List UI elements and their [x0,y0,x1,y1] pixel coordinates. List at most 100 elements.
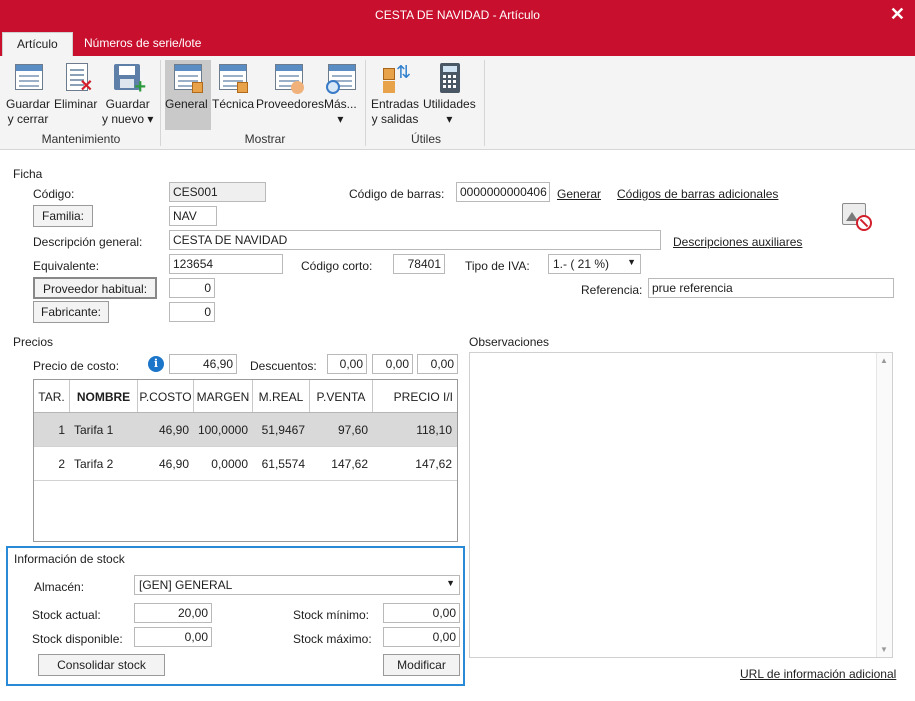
descripcion-label: Descripción general: [33,235,143,249]
stock-actual-field[interactable]: 20,00 [134,603,212,623]
col-nombre[interactable]: NOMBRE [70,380,138,412]
equivalente-field[interactable]: 123654 [169,254,283,274]
proveedor-habitual-field[interactable]: 0 [169,278,215,298]
cell-tar: 1 [58,423,65,437]
guardar-cerrar-button[interactable]: Guardar y cerrar [6,60,52,126]
col-mreal[interactable]: M.REAL [253,380,310,412]
proveedores-button[interactable]: Proveedores [256,60,324,111]
descuento-1-field[interactable]: 0,00 [327,354,367,374]
descuento-2-field[interactable]: 0,00 [372,354,413,374]
tarifas-table: TAR. NOMBRE P.COSTO MARGEN M.REAL P.VENT… [33,379,458,542]
stock-actual-label: Stock actual: [32,608,101,622]
group-utiles: Útiles [410,132,441,146]
fabricante-button[interactable]: Fabricante: [33,301,109,323]
codigo-corto-field[interactable]: 78401 [393,254,445,274]
cell-precio-ii: 147,62 [415,457,452,471]
cell-nombre: Tarifa 2 [74,457,114,471]
col-margen[interactable]: MARGEN [194,380,253,412]
entradas-salidas-icon: ⇅ [380,62,412,94]
stock-disponible-field[interactable]: 0,00 [134,627,212,647]
precio-costo-label: Precio de costo: [33,359,120,373]
cell-mreal: 61,5574 [261,457,305,471]
codigo-barras-label: Código de barras: [349,187,445,201]
almacen-label: Almacén: [34,580,85,594]
codigo-field[interactable]: CES001 [169,182,266,202]
precio-costo-field[interactable]: 46,90 [169,354,237,374]
observaciones-textarea[interactable]: ▲ ▼ [469,352,893,658]
scroll-up-icon[interactable]: ▲ [880,356,888,365]
col-precio-ii[interactable]: PRECIO I/I [373,380,457,412]
generar-link[interactable]: Generar [557,187,601,201]
guardar-cerrar-label: Guardar y cerrar [6,97,51,126]
col-pcosto[interactable]: P.COSTO [138,380,194,412]
general-icon [172,62,204,94]
cell-pventa: 147,62 [331,457,368,471]
descuento-3-field[interactable]: 0,00 [417,354,458,374]
cell-mreal: 51,9467 [261,423,305,437]
codigo-barras-field[interactable]: 0000000000406 [456,182,550,202]
proveedores-icon [273,62,305,94]
eliminar-button[interactable]: ✕ Eliminar [54,60,100,111]
ribbon-separator [484,60,485,146]
ribbon-separator [160,60,161,146]
url-informacion-adicional-link[interactable]: URL de información adicional [740,667,896,681]
referencia-field[interactable]: prue referencia [648,278,894,298]
tecnica-button[interactable]: Técnica [212,60,254,111]
stock-minimo-field[interactable]: 0,00 [383,603,460,623]
tipo-iva-select[interactable]: 1.- ( 21 %) ▼ [548,254,641,274]
group-mantenimiento: Mantenimiento [41,132,121,146]
info-icon[interactable]: i [148,356,164,372]
ribbon: Guardar y cerrar ✕ Eliminar + Guardar y … [0,56,915,150]
col-tar[interactable]: TAR. [34,380,70,412]
entradas-salidas-label: Entradas y salidas [371,97,420,126]
section-observaciones: Observaciones [469,335,550,349]
tipo-iva-label: Tipo de IVA: [465,259,530,273]
table-header: TAR. NOMBRE P.COSTO MARGEN M.REAL P.VENT… [34,380,457,413]
col-pventa[interactable]: P.VENTA [310,380,373,412]
almacen-select[interactable]: [GEN] GENERAL ▼ [134,575,460,595]
almacen-value: [GEN] GENERAL [139,578,233,592]
descripcion-field[interactable]: CESTA DE NAVIDAD [169,230,661,250]
delete-icon: ✕ [61,62,93,95]
tecnica-icon [217,62,249,94]
scroll-down-icon[interactable]: ▼ [880,645,888,654]
consolidar-stock-button[interactable]: Consolidar stock [38,654,165,676]
proveedor-habitual-button[interactable]: Proveedor habitual: [33,277,157,299]
fabricante-field[interactable]: 0 [169,302,215,322]
entradas-salidas-button[interactable]: ⇅ Entradas y salidas [371,60,421,126]
cell-margen: 0,0000 [211,457,248,471]
window-title: CESTA DE NAVIDAD - Artículo [375,8,540,22]
descuentos-label: Descuentos: [250,359,317,373]
close-icon[interactable]: ✕ [890,4,905,25]
descripciones-auxiliares-link[interactable]: Descripciones auxiliares [673,235,802,249]
mas-label: Más... ▾ [324,97,357,126]
modificar-button[interactable]: Modificar [383,654,460,676]
codigos-barras-adicionales-link[interactable]: Códigos de barras adicionales [617,187,778,201]
stock-disponible-label: Stock disponible: [32,632,123,646]
eliminar-label: Eliminar [54,97,98,111]
mas-button[interactable]: Más... ▾ [324,60,360,126]
tab-numeros-serie-lote[interactable]: Números de serie/lote [70,32,215,56]
cell-precio-ii: 118,10 [416,423,452,437]
utilidades-label: Utilidades ▾ [423,97,476,126]
guardar-nuevo-button[interactable]: + Guardar y nuevo ▾ [102,60,154,126]
familia-button[interactable]: Familia: [33,205,93,227]
section-ficha: Ficha [13,167,43,181]
title-bar: CESTA DE NAVIDAD - Artículo ✕ [0,0,915,30]
cell-nombre: Tarifa 1 [74,423,114,437]
stock-maximo-field[interactable]: 0,00 [383,627,460,647]
utilidades-button[interactable]: Utilidades ▾ [423,60,477,126]
cell-pventa: 97,60 [337,423,368,437]
proveedores-label: Proveedores [256,97,325,111]
stock-minimo-label: Stock mínimo: [293,608,370,622]
no-image-icon[interactable] [842,203,874,233]
familia-field[interactable]: NAV [169,206,217,226]
section-stock: Información de stock [14,552,125,566]
referencia-label: Referencia: [581,283,643,297]
cell-margen: 100,0000 [197,423,248,437]
scrollbar[interactable]: ▲ ▼ [876,353,892,657]
tab-articulo[interactable]: Artículo [2,32,73,56]
table-row[interactable]: 1 Tarifa 1 46,90 100,0000 51,9467 97,60 … [34,413,457,447]
general-button[interactable]: General [165,60,211,130]
table-row[interactable]: 2 Tarifa 2 46,90 0,0000 61,5574 147,62 1… [34,447,457,481]
